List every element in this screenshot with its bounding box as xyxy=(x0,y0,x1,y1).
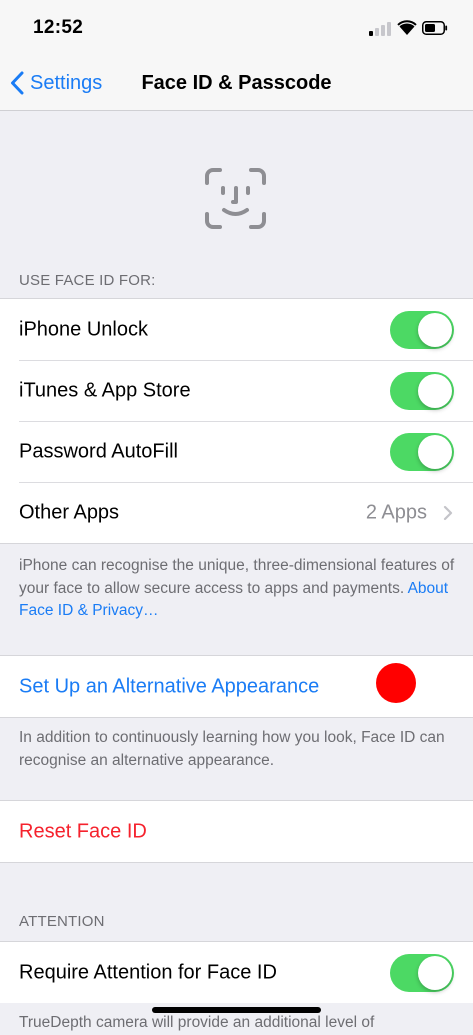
row-iphone-unlock: iPhone Unlock xyxy=(0,299,473,360)
toggle-knob xyxy=(418,434,452,469)
reset-group: Reset Face ID xyxy=(0,800,473,863)
navigation-bar: Settings Face ID & Passcode xyxy=(0,56,473,111)
attention-group: Require Attention for Face ID xyxy=(0,941,473,1003)
alternative-appearance-description: In addition to continuously learning how… xyxy=(19,729,445,769)
row-itunes-app-store: iTunes & App Store xyxy=(0,360,473,421)
battery-icon xyxy=(422,21,448,35)
password-autofill-toggle[interactable] xyxy=(390,432,454,471)
row-require-attention: Require Attention for Face ID xyxy=(0,942,473,1003)
face-id-description-text: iPhone can recognise the unique, three-d… xyxy=(19,557,455,597)
row-label: iPhone Unlock xyxy=(19,318,148,340)
cellular-signal-icon xyxy=(369,22,393,36)
home-indicator[interactable] xyxy=(152,1007,321,1013)
section-header-attention: ATTENTION xyxy=(19,913,105,930)
itunes-app-store-toggle[interactable] xyxy=(390,371,454,410)
iphone-unlock-toggle[interactable] xyxy=(390,310,454,349)
row-label: Set Up an Alternative Appearance xyxy=(19,675,320,697)
row-label: Reset Face ID xyxy=(19,820,147,842)
face-id-icon xyxy=(205,168,266,229)
section-header-use-face-id: USE FACE ID FOR: xyxy=(19,272,156,289)
attention-description: TrueDepth camera will provide an additio… xyxy=(19,1014,375,1031)
toggle-knob xyxy=(418,373,452,408)
status-bar: 12:52 xyxy=(0,0,473,56)
chevron-right-icon xyxy=(443,505,453,520)
row-label: Require Attention for Face ID xyxy=(19,961,277,983)
wifi-icon xyxy=(397,20,417,35)
row-label: iTunes & App Store xyxy=(19,379,191,401)
row-other-apps[interactable]: Other Apps 2 Apps xyxy=(0,482,473,543)
row-label: Other Apps xyxy=(19,501,120,523)
row-password-autofill: Password AutoFill xyxy=(0,421,473,482)
require-attention-toggle[interactable] xyxy=(390,953,454,992)
toggle-knob xyxy=(418,312,452,347)
toggle-knob xyxy=(418,955,452,990)
reset-face-id-button[interactable]: Reset Face ID xyxy=(0,801,473,862)
other-apps-count: 2 Apps xyxy=(365,501,427,523)
face-id-description: iPhone can recognise the unique, three-d… xyxy=(19,555,459,623)
page-title: Face ID & Passcode xyxy=(141,72,332,94)
status-time: 12:52 xyxy=(33,17,84,38)
row-label: Password AutoFill xyxy=(19,440,178,462)
touch-indicator xyxy=(376,663,416,703)
use-face-id-group: iPhone Unlock iTunes & App Store Passwor… xyxy=(0,298,473,544)
